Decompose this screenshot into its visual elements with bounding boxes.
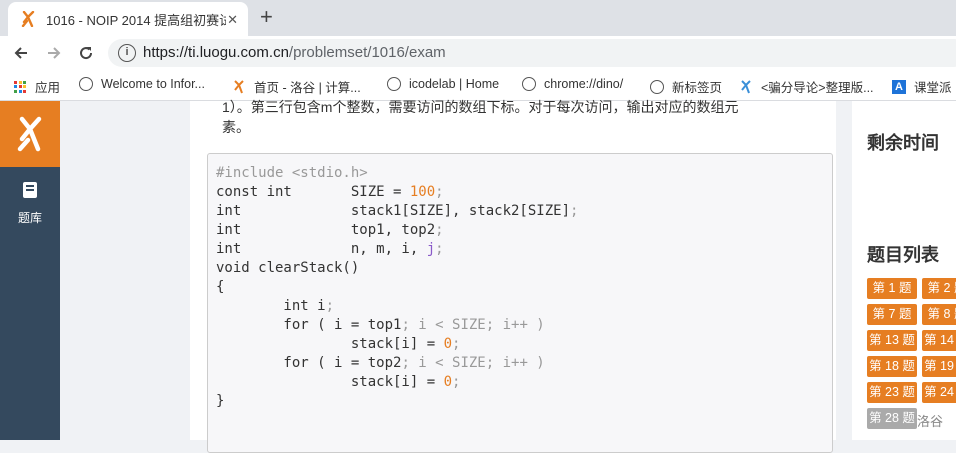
sidebar-item-label: 题库 xyxy=(17,211,42,225)
question-button[interactable]: 第 19 题 xyxy=(922,356,956,377)
question-button[interactable]: 第 8 题 xyxy=(922,304,956,325)
luogu-icon xyxy=(739,79,753,94)
sidebar: 题库 xyxy=(0,101,60,440)
bookmark-luogu-home[interactable]: 首页 - 洛谷 | 计算... xyxy=(232,77,361,96)
url-text[interactable]: https://ti.luogu.com.cn/problemset/1016/… xyxy=(143,44,446,61)
bookmark-newtab[interactable]: 新标签页 xyxy=(650,77,722,96)
globe-icon xyxy=(522,77,536,91)
ketangpai-icon: A xyxy=(892,79,906,94)
question-button[interactable]: 第 23 题 xyxy=(867,382,917,403)
bookmark-welcome[interactable]: Welcome to Infor... xyxy=(79,77,205,91)
question-list-title: 题目列表 xyxy=(867,245,939,265)
browser-toolbar: i https://ti.luogu.com.cn/problemset/101… xyxy=(0,36,956,70)
tab-title: 1016 - NOIP 2014 提高组初赛试题 xyxy=(46,12,226,28)
bookmark-ketangpai[interactable]: A 课堂派 xyxy=(892,77,952,96)
site-info-icon[interactable]: i xyxy=(118,44,136,62)
back-icon[interactable] xyxy=(9,41,33,65)
globe-icon xyxy=(79,77,93,91)
question-button[interactable]: 第 2 题 xyxy=(922,278,956,299)
reload-icon[interactable] xyxy=(74,41,98,65)
question-button[interactable]: 第 24 题 xyxy=(922,382,956,403)
luogu-icon xyxy=(232,79,246,94)
problem-description: 1）。第三行包含m个整数，需要访问的数组下标。对于每次访问，输出对应的数组元 素… xyxy=(222,99,739,135)
globe-icon xyxy=(650,79,664,94)
bookmark-apps[interactable]: 应用 xyxy=(14,77,60,96)
question-button[interactable]: 第 13 题 xyxy=(867,330,917,351)
right-panel: 剩余时间 题目列表 第 1 题 第 2 题 第 7 题 第 8 题 第 13 题… xyxy=(852,101,956,440)
watermark: 洛谷 xyxy=(917,414,944,429)
question-button[interactable]: 第 1 题 xyxy=(867,278,917,299)
problem-content: 1）。第三行包含m个整数，需要访问的数组下标。对于每次访问，输出对应的数组元 素… xyxy=(190,99,836,453)
question-button[interactable]: 第 28 题 xyxy=(867,408,917,429)
question-button[interactable]: 第 14 题 xyxy=(922,330,956,351)
tab-strip: 1016 - NOIP 2014 提高组初赛试题 ✕ + xyxy=(0,0,956,36)
apps-icon xyxy=(14,80,26,93)
tab-close-icon[interactable]: ✕ xyxy=(227,12,238,28)
address-bar[interactable]: i https://ti.luogu.com.cn/problemset/101… xyxy=(108,39,956,67)
bookmark-dino[interactable]: chrome://dino/ xyxy=(522,77,623,91)
book-icon xyxy=(22,182,38,203)
bookmark-icodelab[interactable]: icodelab | Home xyxy=(387,77,499,91)
sidebar-item-problemset[interactable]: 题库 xyxy=(0,181,60,226)
new-tab-button[interactable]: + xyxy=(260,6,273,28)
globe-icon xyxy=(387,77,401,91)
question-button[interactable]: 第 7 题 xyxy=(867,304,917,325)
luogu-logo-icon[interactable] xyxy=(0,101,60,167)
question-button[interactable]: 第 18 题 xyxy=(867,356,917,377)
code-block: #include <stdio.h> const int SIZE = 100;… xyxy=(207,153,833,453)
luogu-favicon-icon xyxy=(20,11,36,27)
forward-icon[interactable] xyxy=(42,41,66,65)
browser-tab[interactable]: 1016 - NOIP 2014 提高组初赛试题 ✕ xyxy=(8,2,248,36)
code-text: #include <stdio.h> const int SIZE = 100;… xyxy=(216,165,579,409)
remaining-time-title: 剩余时间 xyxy=(867,133,939,153)
bookmark-pianfen[interactable]: <骗分导论>整理版... xyxy=(739,77,874,96)
